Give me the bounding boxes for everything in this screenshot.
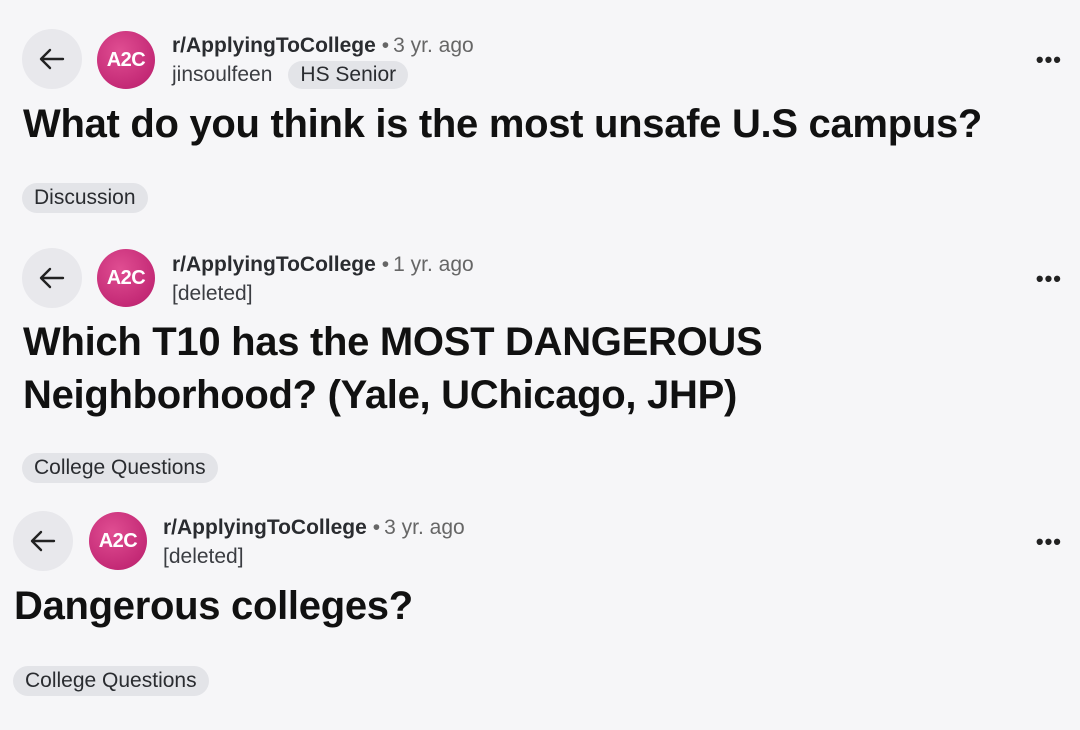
subreddit-link[interactable]: r/ApplyingToCollege: [163, 516, 367, 539]
post-age: 3 yr. ago: [384, 516, 465, 539]
post-flair-tag[interactable]: College Questions: [13, 666, 209, 696]
more-options-button[interactable]: •••: [1036, 529, 1062, 555]
author-name[interactable]: [deleted]: [163, 544, 244, 570]
post-meta: r/ApplyingToCollege • 3 yr. ago: [163, 515, 465, 541]
post-title[interactable]: Dangerous colleges?: [14, 580, 413, 633]
post-card-3[interactable]: A2C r/ApplyingToCollege • 3 yr. ago [delet…: [0, 0, 1080, 730]
avatar-label: A2C: [98, 529, 138, 552]
more-horizontal-icon: •••: [1035, 529, 1062, 554]
meta-separator: •: [372, 516, 381, 539]
author-line: [deleted]: [163, 544, 244, 570]
subreddit-avatar[interactable]: A2C: [89, 512, 147, 570]
arrow-left-icon: [30, 530, 56, 552]
back-button[interactable]: [13, 511, 73, 571]
